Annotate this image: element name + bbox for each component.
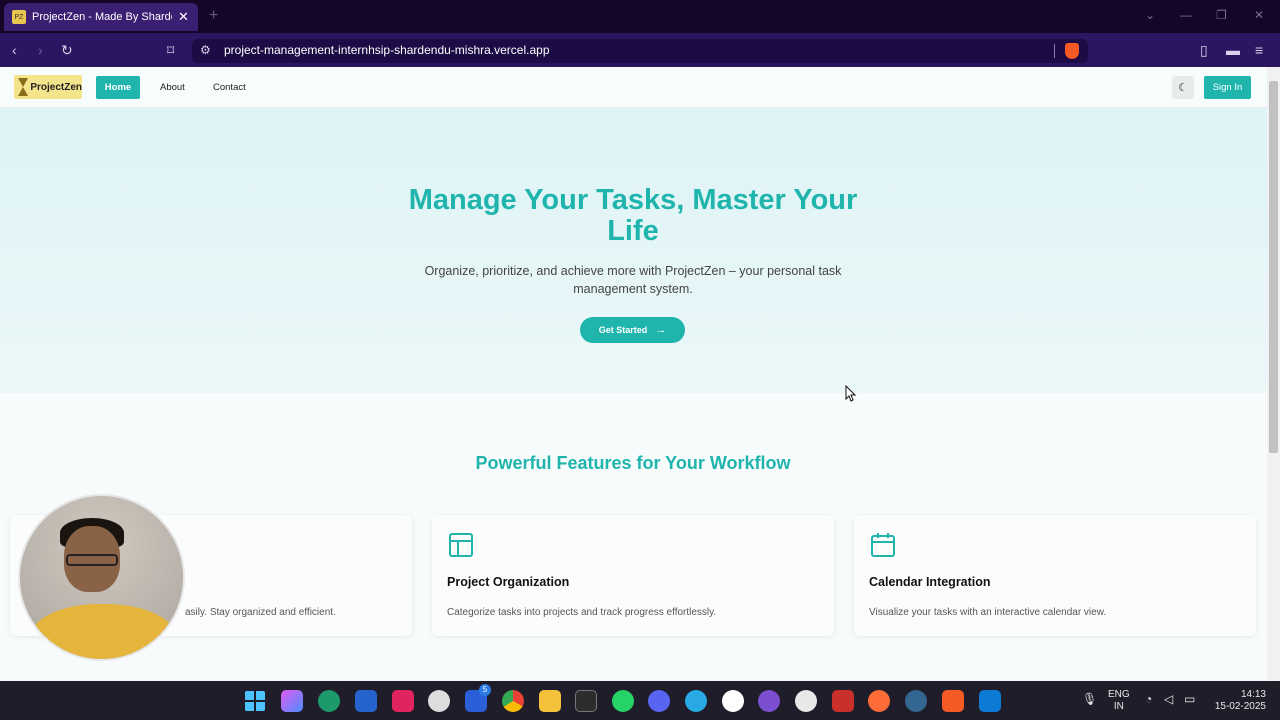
new-tab-button[interactable]: + bbox=[209, 7, 218, 25]
discord-icon[interactable] bbox=[648, 690, 670, 712]
webcam-glasses bbox=[66, 554, 118, 566]
language-code: ENG bbox=[1108, 689, 1130, 700]
clock[interactable]: 14:13 15-02-2025 bbox=[1210, 689, 1266, 713]
window-close-icon[interactable]: ✕ bbox=[1254, 8, 1264, 22]
clock-time: 14:13 bbox=[1240, 689, 1266, 700]
github-desktop-icon[interactable] bbox=[758, 690, 780, 712]
nav-home[interactable]: Home bbox=[96, 76, 140, 99]
microphone-icon[interactable]: 🎙 bbox=[1082, 693, 1097, 705]
reload-icon[interactable]: ↻ bbox=[61, 42, 73, 59]
brave-icon[interactable] bbox=[942, 690, 964, 712]
mongodb-compass-icon[interactable] bbox=[722, 690, 744, 712]
tab-title: ProjectZen - Made By Shardendu bbox=[32, 11, 172, 23]
feature-desc: Visualize your tasks with an interactive… bbox=[869, 607, 1107, 618]
windows-start-icon[interactable] bbox=[244, 690, 266, 712]
hero-title: Manage Your Tasks, Master Your Life bbox=[408, 184, 858, 247]
postgresql-icon[interactable] bbox=[905, 690, 927, 712]
browser-tabstrip: PZ ProjectZen - Made By Shardendu ✕ + ⌄ … bbox=[0, 0, 1280, 33]
sidebar-icon[interactable]: ▯ bbox=[1200, 42, 1208, 59]
file-explorer-icon[interactable] bbox=[539, 690, 561, 712]
bookmark-icon[interactable]: ⌑ bbox=[167, 42, 174, 59]
site-logo[interactable]: ProjectZen bbox=[14, 75, 82, 99]
clock-date: 15-02-2025 bbox=[1214, 701, 1266, 712]
notes-app-icon[interactable]: 5 bbox=[465, 684, 491, 712]
site-info-icon[interactable]: ⚙ bbox=[200, 43, 211, 57]
url-text[interactable]: project-management-internhsip-shardendu-… bbox=[224, 43, 550, 57]
browser-tab[interactable]: PZ ProjectZen - Made By Shardendu ✕ bbox=[4, 3, 198, 31]
feature-desc: Categorize tasks into projects and track… bbox=[447, 607, 717, 618]
clock-app-icon[interactable] bbox=[428, 690, 450, 712]
vscode-icon[interactable] bbox=[979, 690, 1001, 712]
nav-about[interactable]: About bbox=[150, 76, 195, 99]
theme-toggle-button[interactable]: ☾ bbox=[1172, 76, 1194, 99]
moon-icon: ☾ bbox=[1178, 82, 1188, 94]
tab-list-chevron-icon[interactable]: ⌄ bbox=[1145, 8, 1155, 22]
app-icon[interactable] bbox=[795, 690, 817, 712]
windows-taskbar: 5 🎙 ENG IN ◔ ◁ ▭ 14:13 15-02-2025 bbox=[0, 681, 1280, 720]
layout-icon bbox=[449, 533, 473, 557]
chrome-icon[interactable] bbox=[502, 690, 524, 712]
feature-desc: asily. Stay organized and efficient. bbox=[185, 607, 336, 618]
todo-icon[interactable] bbox=[355, 690, 377, 712]
features-title: Powerful Features for Your Workflow bbox=[475, 453, 791, 473]
filezilla-icon[interactable] bbox=[832, 690, 854, 712]
menu-icon[interactable]: ≡ bbox=[1255, 42, 1263, 58]
forward-icon[interactable]: › bbox=[38, 42, 43, 58]
brave-shields-icon[interactable] bbox=[1065, 43, 1079, 59]
creative-cloud-icon[interactable] bbox=[392, 690, 414, 712]
feature-card-projects: Project Organization Categorize tasks in… bbox=[432, 515, 834, 636]
notification-badge: 5 bbox=[479, 684, 491, 696]
hero-subtitle: Organize, prioritize, and achieve more w… bbox=[424, 264, 842, 296]
hourglass-icon bbox=[17, 78, 29, 96]
terminal-icon[interactable] bbox=[575, 690, 597, 712]
edge-icon[interactable] bbox=[318, 690, 340, 712]
web-page: ProjectZen Home About Contact ☾ Sign In … bbox=[0, 67, 1267, 681]
whatsapp-icon[interactable] bbox=[612, 690, 634, 712]
wifi-icon[interactable]: ◔ bbox=[1145, 693, 1152, 705]
calendar-icon bbox=[871, 533, 895, 557]
signin-button[interactable]: Sign In bbox=[1204, 76, 1251, 99]
copilot-icon[interactable] bbox=[281, 690, 303, 712]
webcam-shirt bbox=[30, 604, 176, 659]
feature-title: Project Organization bbox=[447, 575, 570, 589]
address-divider bbox=[1054, 44, 1055, 58]
postman-icon[interactable] bbox=[868, 690, 890, 712]
nav-contact[interactable]: Contact bbox=[203, 76, 256, 99]
projectzen-favicon-icon: PZ bbox=[12, 10, 26, 24]
maximize-icon[interactable]: ❐ bbox=[1216, 8, 1227, 22]
address-bar[interactable]: ⚙ project-management-internhsip-shardend… bbox=[192, 39, 1088, 63]
arrow-right-icon: → bbox=[655, 324, 667, 336]
tab-close-icon[interactable]: ✕ bbox=[178, 9, 189, 25]
reading-mode-icon[interactable]: ▬ bbox=[1226, 42, 1240, 58]
webcam-overlay bbox=[18, 494, 185, 661]
page-scrollbar[interactable] bbox=[1267, 67, 1280, 681]
feature-card-calendar: Calendar Integration Visualize your task… bbox=[854, 515, 1256, 636]
get-started-label: Get Started bbox=[598, 325, 648, 335]
logo-text: ProjectZen bbox=[30, 81, 82, 93]
telegram-icon[interactable] bbox=[685, 690, 707, 712]
minimize-icon[interactable]: — bbox=[1180, 8, 1192, 22]
mouse-cursor-icon bbox=[845, 385, 857, 402]
battery-icon[interactable]: ▭ bbox=[1184, 693, 1195, 705]
site-navbar: ProjectZen Home About Contact ☾ Sign In bbox=[0, 67, 1267, 108]
volume-icon[interactable]: ◁ bbox=[1164, 693, 1173, 705]
get-started-button[interactable]: Get Started → bbox=[580, 317, 685, 343]
back-icon[interactable]: ‹ bbox=[12, 42, 17, 58]
feature-title: Calendar Integration bbox=[869, 575, 991, 589]
language-region: IN bbox=[1113, 701, 1124, 712]
scrollbar-thumb[interactable] bbox=[1269, 81, 1278, 453]
language-indicator[interactable]: ENG IN bbox=[1108, 689, 1130, 713]
